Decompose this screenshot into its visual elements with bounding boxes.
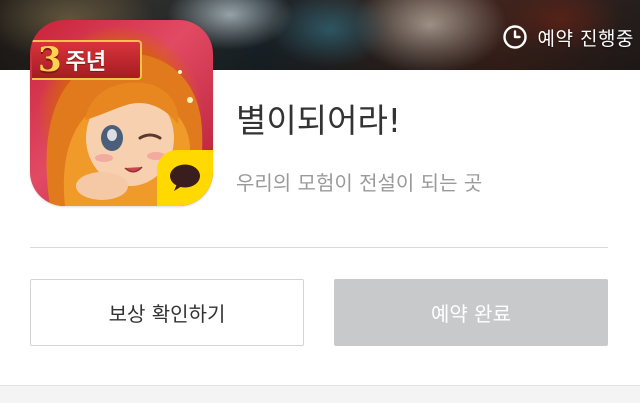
ribbon-number: 3 bbox=[38, 40, 62, 80]
reservation-screen: 예약 진행중 3 주년 별이되어라! 우리의 모험이 전설이 되는 곳 보상 확… bbox=[0, 0, 640, 403]
reservation-complete-button[interactable]: 예약 완료 bbox=[334, 279, 608, 346]
check-reward-button[interactable]: 보상 확인하기 bbox=[30, 279, 304, 346]
divider bbox=[30, 247, 608, 248]
reservation-status: 예약 진행중 bbox=[502, 22, 634, 52]
status-text: 예약 진행중 bbox=[537, 27, 634, 50]
clock-icon bbox=[502, 25, 527, 49]
ribbon-text: 주년 bbox=[65, 50, 107, 75]
app-icon[interactable]: 3 주년 bbox=[30, 20, 213, 206]
bottom-area bbox=[0, 386, 640, 403]
kakao-badge bbox=[157, 150, 213, 206]
anniversary-ribbon: 3 주년 bbox=[32, 40, 142, 80]
kakao-talk-icon bbox=[170, 164, 200, 191]
app-subtitle: 우리의 모험이 전설이 되는 곳 bbox=[236, 171, 483, 195]
app-title: 별이되어라! bbox=[236, 101, 402, 140]
